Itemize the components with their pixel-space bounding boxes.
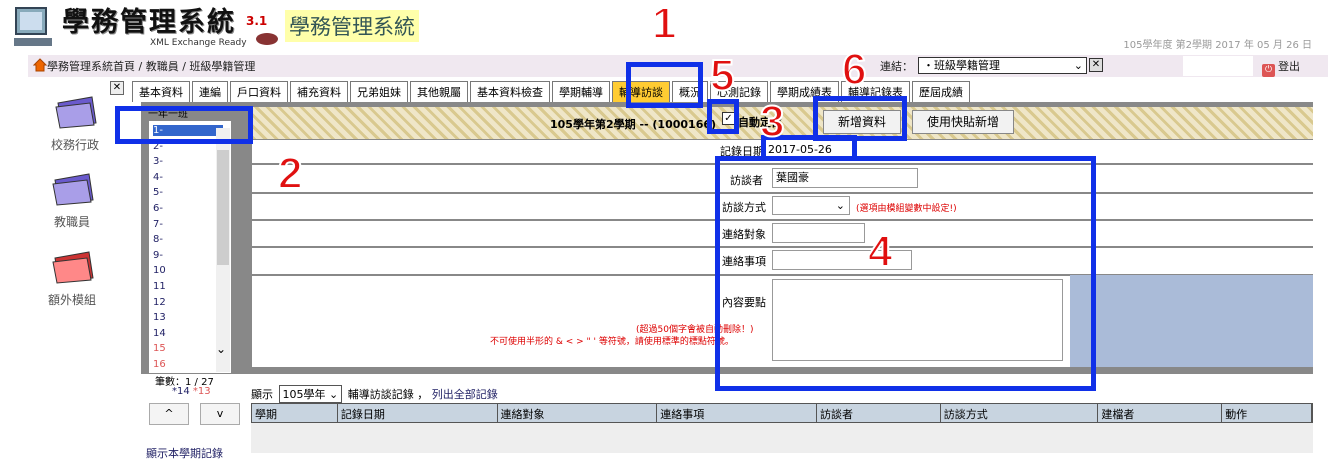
column-header[interactable]: 建檔者: [1098, 404, 1223, 422]
list-item[interactable]: 14: [153, 328, 166, 339]
link-label: 連結：: [880, 60, 913, 73]
column-header[interactable]: 訪談者: [817, 404, 941, 422]
paste-add-button[interactable]: 使用快貼新增: [912, 110, 1014, 134]
mouse-icon: [256, 33, 278, 45]
list-item[interactable]: 5-: [153, 187, 163, 198]
link-select[interactable]: ・班級學籍管理 ⌄: [918, 57, 1087, 74]
tab-6[interactable]: 基本資料檢查: [470, 81, 550, 102]
sidebar-item-admin[interactable]: 校務行政: [40, 95, 110, 153]
annotation-number-1: 1: [651, 0, 678, 48]
chevron-down-icon: ⌄: [1073, 59, 1083, 72]
home-icon[interactable]: [33, 58, 47, 72]
column-header[interactable]: 動作: [1222, 404, 1313, 422]
annotation-number-3: 3: [759, 97, 786, 146]
list-item[interactable]: 15: [153, 343, 166, 354]
list-item[interactable]: 13: [153, 312, 166, 323]
tab-7[interactable]: 學期輔導: [552, 81, 610, 102]
column-header[interactable]: 連絡事項: [657, 404, 817, 422]
column-header[interactable]: 訪談方式: [941, 404, 1099, 422]
list-item[interactable]: 9-: [153, 250, 163, 261]
list-up-button[interactable]: ^: [149, 403, 189, 425]
count-mark-red: *13: [192, 386, 211, 397]
annotation-number-4: 4: [867, 227, 894, 276]
column-header[interactable]: 記錄日期: [338, 404, 498, 422]
breadcrumb-text[interactable]: 學務管理系統首頁 / 教職員 / 班級學籍管理: [47, 60, 255, 73]
blank-area: [1183, 56, 1253, 76]
tab-2[interactable]: 戶口資料: [230, 81, 288, 102]
annotation-number-2: 2: [277, 149, 304, 198]
chevron-down-icon: ⌄: [329, 388, 339, 401]
tab-5[interactable]: 其他親屬: [410, 81, 468, 102]
logo-subtitle: XML Exchange Ready: [150, 38, 247, 48]
computer-logo-icon: [14, 7, 52, 46]
system-title: 學務管理系統: [285, 10, 419, 42]
list-item[interactable]: 10: [153, 265, 166, 276]
folder-purple-icon: [52, 173, 94, 206]
show-semester-link[interactable]: 顯示本學期記錄: [146, 445, 223, 461]
tab-1[interactable]: 連編: [192, 81, 228, 102]
sidebar-item-label: 額外模組: [47, 293, 96, 307]
annotation-box-1: [626, 62, 703, 108]
list-item[interactable]: 4-: [153, 172, 163, 183]
power-icon: ⏻: [1262, 64, 1275, 77]
sidebar-item-extra[interactable]: 額外模組: [37, 250, 107, 308]
tab-0[interactable]: 基本資料: [132, 81, 190, 102]
tab-4[interactable]: 兄弟姐妹: [350, 81, 408, 102]
list-all-link[interactable]: 列出全部記錄: [432, 388, 498, 401]
list-item[interactable]: 6-: [153, 203, 163, 214]
sidebar-item-label: 教職員: [53, 215, 90, 229]
term-date: 105學年度 第2學期 2017 年 05 月 26 日: [1123, 40, 1312, 51]
link-close-button[interactable]: ✕: [1089, 58, 1103, 72]
annotation-box-4: [715, 156, 1096, 391]
show-label: 顯示: [251, 388, 273, 401]
folder-red-icon: [52, 251, 94, 284]
tab-13[interactable]: 歷屆成績: [912, 81, 970, 102]
records-table-body: [251, 423, 1313, 453]
list-count-marks: *14 *13: [172, 386, 211, 397]
content-side-panel: [1070, 275, 1313, 367]
column-header[interactable]: 連絡對象: [498, 404, 658, 422]
folder-purple-icon: [55, 96, 97, 129]
logout-button[interactable]: ⏻ 登出: [1262, 58, 1300, 77]
records-table-header: 學期 記錄日期 連絡對象 連絡事項 訪談者 訪談方式 建檔者 動作: [251, 403, 1313, 423]
year-select-value: 105學年: [282, 388, 326, 401]
list-item[interactable]: 11: [153, 281, 166, 292]
annotation-box-5: [707, 99, 739, 134]
record-filter-row: 顯示 105學年 ⌄ 輔導訪談記錄 ， 列出全部記錄: [251, 385, 498, 403]
annotation-number-6: 6: [841, 45, 868, 94]
list-scrollbar-thumb[interactable]: [217, 150, 229, 265]
logout-label: 登出: [1278, 60, 1300, 73]
annotation-box-6: [813, 96, 907, 141]
count-mark-blue: *14: [172, 386, 190, 397]
tab-3[interactable]: 補充資料: [290, 81, 348, 102]
sidebar-item-staff[interactable]: 教職員: [37, 172, 107, 230]
sidebar-item-label: 校務行政: [50, 138, 99, 152]
list-item[interactable]: 7-: [153, 219, 163, 230]
breadcrumb[interactable]: 學務管理系統首頁 / 教職員 / 班級學籍管理: [47, 58, 255, 74]
content-note-symbols: 不可使用半形的 & < > " ' 等符號，請使用標準的標點符號。: [490, 337, 734, 347]
close-panel-button[interactable]: ✕: [110, 81, 124, 95]
list-item[interactable]: 16: [153, 359, 166, 370]
list-item[interactable]: 8-: [153, 234, 163, 245]
column-header[interactable]: 學期: [252, 404, 338, 422]
form-title: 105學年第2學期 -- (1000166): [550, 118, 717, 131]
chevron-down-icon[interactable]: ⌄: [216, 342, 226, 356]
list-item[interactable]: 12: [153, 297, 166, 308]
annotation-box-2: [115, 106, 253, 144]
annotation-number-5: 5: [709, 51, 736, 100]
link-select-value: ・班級學籍管理: [923, 59, 1000, 72]
record-filter-text: 輔導訪談記錄 ，: [347, 388, 429, 401]
year-select[interactable]: 105學年 ⌄: [278, 385, 343, 403]
logo-version: 3.1: [246, 14, 268, 28]
list-down-button[interactable]: v: [200, 403, 240, 425]
logo-text: 學務管理系統: [62, 7, 236, 38]
list-item[interactable]: 3-: [153, 156, 163, 167]
